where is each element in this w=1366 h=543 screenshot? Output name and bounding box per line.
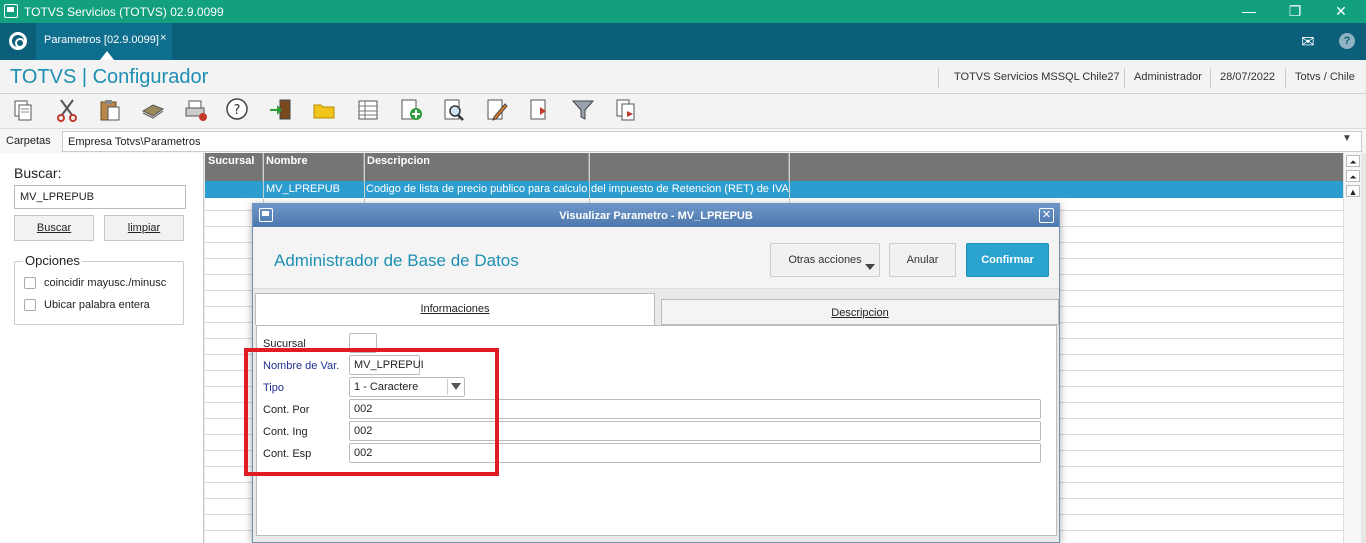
match-case-label: coincidir mayusc./minusc xyxy=(44,277,166,289)
tab-label: Parametros [02.9.0099] xyxy=(44,34,159,46)
help-icon[interactable]: ? xyxy=(1339,33,1355,49)
dialog-title: Visualizar Parametro - MV_LPREPUB xyxy=(559,210,753,222)
print-icon[interactable] xyxy=(183,97,209,123)
header-date: 28/07/2022 xyxy=(1220,71,1276,83)
search-title: Buscar: xyxy=(14,165,62,181)
dialog-titlebar: Visualizar Parametro - MV_LPREPUB ✕ xyxy=(253,204,1059,227)
tab-parametros[interactable]: Parametros [02.9.0099] × xyxy=(36,23,172,60)
folder-path[interactable]: Empresa Totvs\Parametros xyxy=(62,131,1362,152)
highlight-box xyxy=(244,348,499,476)
app-icon xyxy=(4,4,18,18)
app-header: TOTVS | Configurador TOTVS Servicios MSS… xyxy=(0,60,1366,94)
totvs-logo-icon[interactable] xyxy=(9,32,27,50)
table-row-selected[interactable]: MV_LPREPUB Codigo de lista de precio pub… xyxy=(205,181,1343,198)
filter-icon[interactable] xyxy=(570,97,596,123)
cell-nombre: MV_LPREPUB xyxy=(266,183,340,195)
close-button[interactable]: ✕ xyxy=(1318,0,1364,23)
window-titlebar: TOTVS Servicios (TOTVS) 02.9.0099 — ❐ ✕ xyxy=(0,0,1366,23)
minimize-button[interactable]: — xyxy=(1226,0,1272,23)
grid-scrollbar[interactable]: ⏶ ⏶ ▲ xyxy=(1343,153,1361,543)
otras-acciones-button[interactable]: Otras acciones xyxy=(770,243,880,277)
window-title: TOTVS Servicios (TOTVS) 02.9.0099 xyxy=(24,5,224,19)
cell-extra: del impuesto de Retencion (RET) de IVA xyxy=(591,183,789,195)
divider xyxy=(938,68,939,88)
anular-button[interactable]: Anular xyxy=(889,243,956,277)
tab-descripcion[interactable]: Descripcion xyxy=(661,299,1059,325)
chevron-down-icon[interactable]: ▼ xyxy=(1342,133,1352,144)
header-company: TOTVS Servicios MSSQL Chile27 xyxy=(954,71,1120,83)
header-location: Totvs / Chile xyxy=(1295,71,1355,83)
folder-path-bar: Carpetas Empresa Totvs\Parametros ▼ xyxy=(0,128,1366,153)
folder-icon[interactable] xyxy=(311,97,337,123)
exit-icon[interactable] xyxy=(268,97,294,123)
chevron-down-icon xyxy=(865,264,875,270)
column-header-sucursal[interactable]: Sucursal xyxy=(205,153,263,181)
search-panel: Buscar: MV_LPREPUB Buscar limpiar Opcion… xyxy=(0,153,204,543)
app-title: TOTVS | Configurador xyxy=(10,66,209,88)
column-header-nombre[interactable]: Nombre xyxy=(263,153,364,181)
tab-close-icon[interactable]: × xyxy=(160,32,166,44)
whole-word-label: Ubicar palabra entera xyxy=(44,299,150,311)
question-icon[interactable]: ? xyxy=(225,97,251,123)
search-input[interactable]: MV_LPREPUB xyxy=(14,185,186,209)
limpiar-button[interactable]: limpiar xyxy=(104,215,184,241)
column-header-descripcion[interactable]: Descripcion xyxy=(364,153,589,181)
buscar-button[interactable]: Buscar xyxy=(14,215,94,241)
mail-icon[interactable]: ✉ xyxy=(1298,32,1318,52)
dialog-close-button[interactable]: ✕ xyxy=(1039,208,1054,223)
svg-text:?: ? xyxy=(234,103,241,118)
cut-icon[interactable] xyxy=(54,97,80,123)
paste-icon[interactable] xyxy=(97,97,123,123)
edit-icon[interactable] xyxy=(484,97,510,123)
tab-bar: Parametros [02.9.0099] × ✉ ? xyxy=(0,23,1366,60)
scroll-up-button[interactable]: ▲ xyxy=(1346,185,1360,197)
otras-acciones-label: Otras acciones xyxy=(788,254,862,266)
whole-word-checkbox[interactable] xyxy=(24,299,36,311)
match-case-checkbox[interactable] xyxy=(24,277,36,289)
divider xyxy=(1124,68,1125,88)
delete-icon[interactable] xyxy=(527,97,553,123)
column-header-filler xyxy=(789,153,1343,181)
scroll-page-up-button[interactable]: ⏶ xyxy=(1346,170,1360,182)
docs-icon[interactable] xyxy=(613,97,639,123)
dialog-header: Administrador de Base de Datos Otras acc… xyxy=(253,227,1059,289)
options-title: Opciones xyxy=(23,253,82,268)
divider xyxy=(1210,68,1211,88)
options-group: Opciones coincidir mayusc./minusc Ubicar… xyxy=(14,253,184,325)
divider xyxy=(1285,68,1286,88)
toolbar: ? xyxy=(0,94,1366,128)
scroll-top-button[interactable]: ⏶ xyxy=(1346,155,1360,167)
tab-informaciones[interactable]: Informaciones xyxy=(255,293,655,325)
search-icon[interactable] xyxy=(441,97,467,123)
carpetas-label: Carpetas xyxy=(6,135,51,147)
cell-descripcion: Codigo de lista de precio publico para c… xyxy=(366,183,588,195)
column-header-extra[interactable] xyxy=(589,153,789,181)
confirmar-button[interactable]: Confirmar xyxy=(966,243,1049,277)
book-icon[interactable] xyxy=(140,97,166,123)
add-icon[interactable] xyxy=(398,97,424,123)
table-icon[interactable] xyxy=(355,97,381,123)
copy-icon[interactable] xyxy=(10,97,36,123)
dialog-heading: Administrador de Base de Datos xyxy=(274,251,519,270)
header-user: Administrador xyxy=(1134,71,1202,83)
match-case-text: coincidir mayusc./minusc xyxy=(44,277,167,289)
restore-button[interactable]: ❐ xyxy=(1272,0,1318,23)
tab-indicator xyxy=(100,51,114,60)
